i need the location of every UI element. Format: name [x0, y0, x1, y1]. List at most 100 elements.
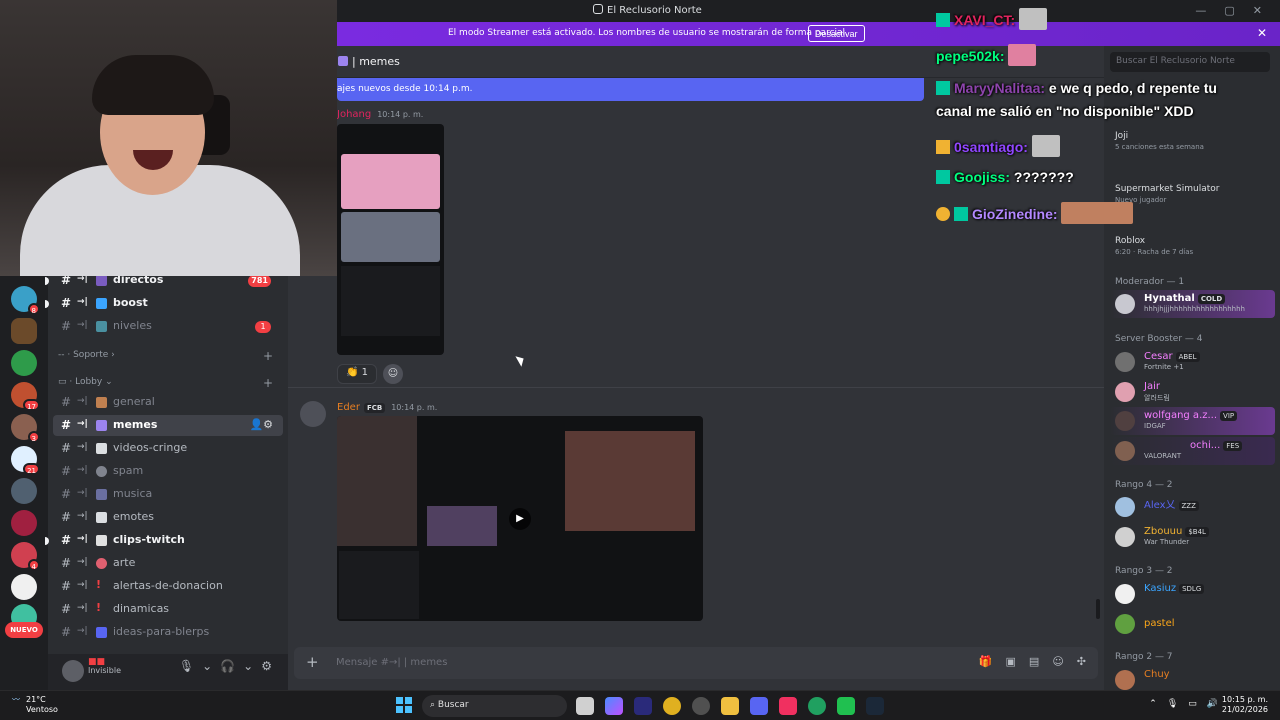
chevron-down-icon[interactable]: ⌄ — [202, 659, 212, 673]
task-view-icon[interactable] — [576, 697, 594, 715]
server-icon[interactable] — [11, 318, 37, 344]
chrome-icon[interactable] — [663, 697, 681, 715]
channel-clips-twitch[interactable]: # →| clips-twitch — [45, 530, 283, 551]
activity-card[interactable]: Roblox 6:20 · Racha de 7 días — [1115, 236, 1193, 256]
apps-icon[interactable]: ✣ — [1077, 655, 1086, 668]
clock[interactable]: 10:15 p. m. 21/02/2026 — [1222, 695, 1268, 715]
server-icon[interactable]: 8 — [11, 286, 40, 315]
network-icon[interactable]: ▭ — [1188, 699, 1197, 709]
add-channel-icon[interactable]: + — [263, 376, 273, 390]
server-badge: 17 — [23, 399, 40, 411]
channel-musica[interactable]: # →| musica — [53, 484, 283, 505]
obs-icon[interactable] — [692, 697, 710, 715]
member-item[interactable]: Hynathal COLD hhhjhjjjhhhhhhhhhhhhhhhhh — [1110, 290, 1275, 318]
group-header: Rango 4 — 2 — [1115, 480, 1173, 490]
member-item[interactable]: wolfgang a.z... VIP IDGAF — [1110, 407, 1275, 435]
channel-general[interactable]: # →| general — [53, 392, 283, 413]
message-timestamp: 10:14 p. m. — [391, 403, 438, 412]
member-item[interactable]: Zbouuu $B4L War Thunder — [1110, 523, 1275, 551]
category-soporte[interactable]: -- · Soporte › + — [58, 349, 283, 366]
scrollbar[interactable] — [1096, 599, 1100, 619]
start-icon[interactable] — [396, 697, 412, 713]
member-status: Fortnite +1 — [1144, 363, 1184, 371]
message-input[interactable]: + Mensaje #→| | memes 🎁 ▣ ▤ ☺ ✣ — [294, 647, 1098, 679]
microphone-icon[interactable]: 🎙 — [179, 659, 194, 673]
server-icon[interactable] — [11, 574, 37, 600]
member-item[interactable]: Chuy — [1110, 666, 1275, 690]
avatar[interactable] — [62, 660, 84, 682]
add-reaction-icon[interactable]: ☺ — [383, 364, 404, 384]
member-item[interactable]: Jair 알러드림 — [1110, 378, 1275, 406]
member-item[interactable]: ochi... FES VALORANT — [1110, 437, 1275, 465]
channel-alertas-de-donacion[interactable]: # →|! alertas-de-donacion — [53, 576, 283, 597]
channel-boost[interactable]: # →| boost — [45, 293, 283, 314]
channel-prefix: →| — [77, 442, 88, 452]
server-icon[interactable]: 21 — [11, 446, 40, 475]
close-banner-icon[interactable]: ✕ — [1257, 26, 1267, 40]
server-icon[interactable]: 3 — [11, 414, 40, 443]
channel-emotes[interactable]: # →| emotes — [53, 507, 283, 528]
kick-icon[interactable] — [837, 697, 855, 715]
play-icon[interactable]: ▶ — [509, 508, 531, 530]
member-item[interactable]: Kasiuz SDLG — [1110, 580, 1275, 608]
emote-icon — [1061, 202, 1134, 224]
music-icon — [96, 489, 107, 500]
member-status: 알러드림 — [1144, 394, 1170, 402]
sticker-icon[interactable]: ▤ — [1029, 655, 1039, 668]
steam-icon[interactable] — [866, 697, 884, 715]
channel-spam[interactable]: # →| spam — [53, 461, 283, 482]
server-icon[interactable]: 17 — [11, 382, 40, 411]
message-video[interactable]: ▶ — [337, 416, 703, 621]
gift-icon[interactable]: 🎁 — [979, 655, 993, 668]
avatar[interactable] — [300, 401, 326, 427]
twitch-chat-line: canal me salió en "no disponible" XDD — [936, 103, 1194, 119]
new-messages-bar[interactable]: ajes nuevos desde 10:14 p.m. — [337, 78, 924, 101]
deactivate-button[interactable]: Desactivar — [808, 25, 865, 42]
server-icon[interactable] — [11, 510, 37, 536]
volume-icon[interactable]: 🔊 — [1207, 699, 1218, 709]
copilot-icon[interactable] — [605, 697, 623, 715]
message-author[interactable]: Johang 10:14 p. m. — [337, 109, 423, 120]
channel-arte[interactable]: # →| arte — [53, 553, 283, 574]
discord-icon[interactable] — [750, 697, 768, 715]
close-window-button[interactable]: ✕ — [1253, 4, 1262, 17]
category-lobby[interactable]: ▭ · Lobby ⌄ + — [58, 376, 283, 393]
screenshot-thumbnail — [341, 154, 440, 209]
gear-icon[interactable]: ⚙ — [261, 659, 272, 673]
member-item[interactable]: Cesar ABEL Fortnite +1 — [1110, 348, 1275, 376]
server-icon[interactable] — [11, 350, 37, 376]
folder-icon[interactable] — [721, 697, 739, 715]
channel-niveles[interactable]: # →| niveles 1 — [53, 316, 283, 337]
member-item[interactable]: Alex乂 ZZZ — [1110, 493, 1275, 521]
streamer-hair — [92, 55, 214, 115]
channel-settings-icon[interactable]: 👤⚙ — [249, 418, 273, 431]
gif-icon[interactable]: ▣ — [1006, 655, 1016, 668]
channel-memes[interactable]: # →| memes 👤⚙ — [53, 415, 283, 436]
browser-icon[interactable] — [808, 697, 826, 715]
attach-plus-icon[interactable]: + — [306, 653, 319, 671]
channel-videos-cringe[interactable]: # →| videos-cringe — [53, 438, 283, 459]
member-item[interactable]: pastel — [1110, 610, 1275, 638]
unread-indicator — [45, 300, 49, 308]
emoji-icon[interactable]: ☺ — [1052, 655, 1063, 668]
chevron-down-icon[interactable]: ⌄ — [243, 659, 253, 673]
microphone-icon[interactable]: 🎙 — [1167, 699, 1178, 709]
message-author[interactable]: Eder FCB 10:14 p. m. — [337, 402, 437, 413]
new-badge[interactable]: NUEVO — [5, 622, 43, 638]
server-icon[interactable] — [11, 478, 37, 504]
server-icon[interactable]: 4 — [11, 542, 40, 571]
channel-dinamicas[interactable]: # →|! dinamicas — [53, 599, 283, 620]
add-channel-icon[interactable]: + — [263, 349, 273, 363]
reaction[interactable]: 👏 1 — [337, 364, 378, 384]
premiere-icon[interactable] — [634, 697, 652, 715]
music-app-icon[interactable] — [779, 697, 797, 715]
message-image[interactable] — [337, 124, 444, 355]
headphones-icon[interactable]: 🎧 — [220, 659, 235, 673]
taskbar-search[interactable]: ⌕ Buscar — [422, 695, 567, 717]
hash-icon: # — [61, 579, 72, 593]
channel-ideas-para-blerps[interactable]: # →| ideas-para-blerps — [53, 622, 283, 643]
chevron-up-icon[interactable]: ⌃ — [1149, 699, 1157, 709]
temperature: 21°C — [26, 695, 46, 704]
chat-message: canal me salió en "no disponible" XDD — [936, 103, 1194, 119]
weather-widget[interactable]: 〰 21°C Ventoso — [12, 695, 58, 715]
